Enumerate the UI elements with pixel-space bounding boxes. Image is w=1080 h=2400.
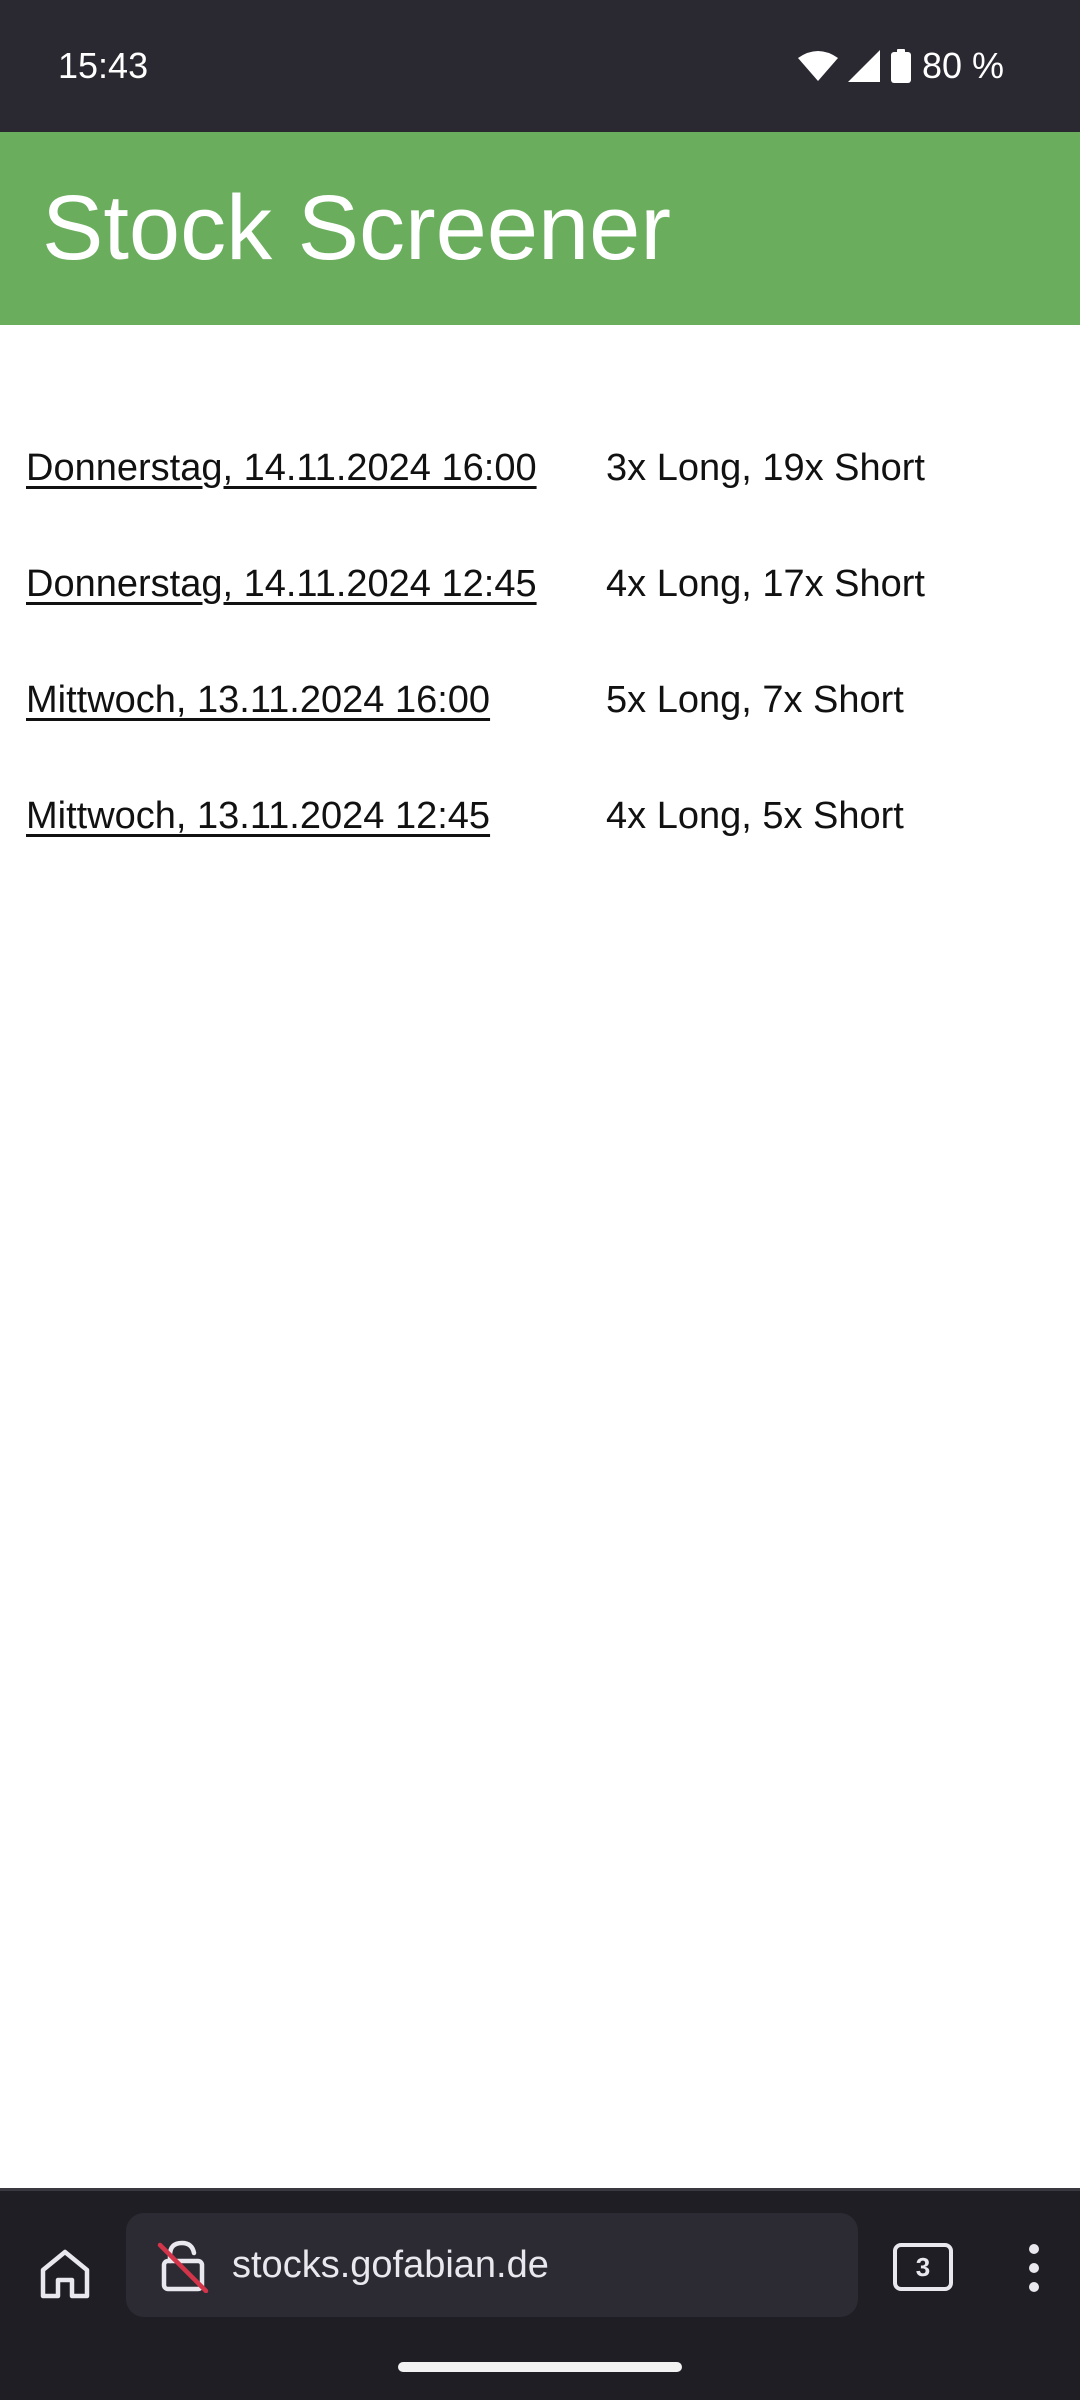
- screening-summary: 3x Long, 19x Short: [606, 447, 925, 489]
- not-secure-lock-icon[interactable]: [156, 2237, 212, 2293]
- status-bar: 15:43 80 %: [0, 0, 1080, 132]
- home-icon: [40, 2249, 90, 2299]
- url-text[interactable]: stocks.gofabian.de: [232, 2213, 549, 2317]
- list-item: Mittwoch, 13.11.2024 16:00 5x Long, 7x S…: [26, 670, 1056, 730]
- tabs-count: 3: [915, 2252, 931, 2282]
- tab-switcher-button[interactable]: 3: [893, 2243, 953, 2291]
- more-vert-icon: [1029, 2244, 1039, 2292]
- address-bar[interactable]: stocks.gofabian.de: [126, 2213, 858, 2317]
- screening-summary: 4x Long, 17x Short: [606, 563, 925, 605]
- screening-date-link[interactable]: Mittwoch, 13.11.2024 12:45: [26, 786, 490, 846]
- screening-date-link[interactable]: Donnerstag, 14.11.2024 12:45: [26, 554, 537, 614]
- screening-date-link[interactable]: Donnerstag, 14.11.2024 16:00: [26, 438, 537, 498]
- screening-date-link[interactable]: Mittwoch, 13.11.2024 16:00: [26, 670, 490, 730]
- home-button[interactable]: [30, 2239, 100, 2309]
- gesture-handle[interactable]: [398, 2362, 682, 2372]
- battery-icon: [890, 49, 912, 83]
- screening-summary: 4x Long, 5x Short: [606, 795, 904, 837]
- app-header: Stock Screener: [0, 132, 1080, 325]
- list-item: Mittwoch, 13.11.2024 12:45 4x Long, 5x S…: [26, 786, 1056, 846]
- battery-percentage: 80 %: [921, 45, 1004, 86]
- page-title: Stock Screener: [42, 177, 671, 279]
- list-item: Donnerstag, 14.11.2024 16:00 3x Long, 19…: [26, 438, 1056, 498]
- more-menu-button[interactable]: [1010, 2233, 1058, 2303]
- signal-icon: [847, 50, 880, 82]
- wifi-icon: [797, 50, 838, 82]
- list-item: Donnerstag, 14.11.2024 12:45 4x Long, 17…: [26, 554, 1056, 614]
- screening-summary: 5x Long, 7x Short: [606, 679, 904, 721]
- status-time: 15:43: [58, 45, 149, 86]
- status-indicators: 80 %: [797, 42, 1004, 90]
